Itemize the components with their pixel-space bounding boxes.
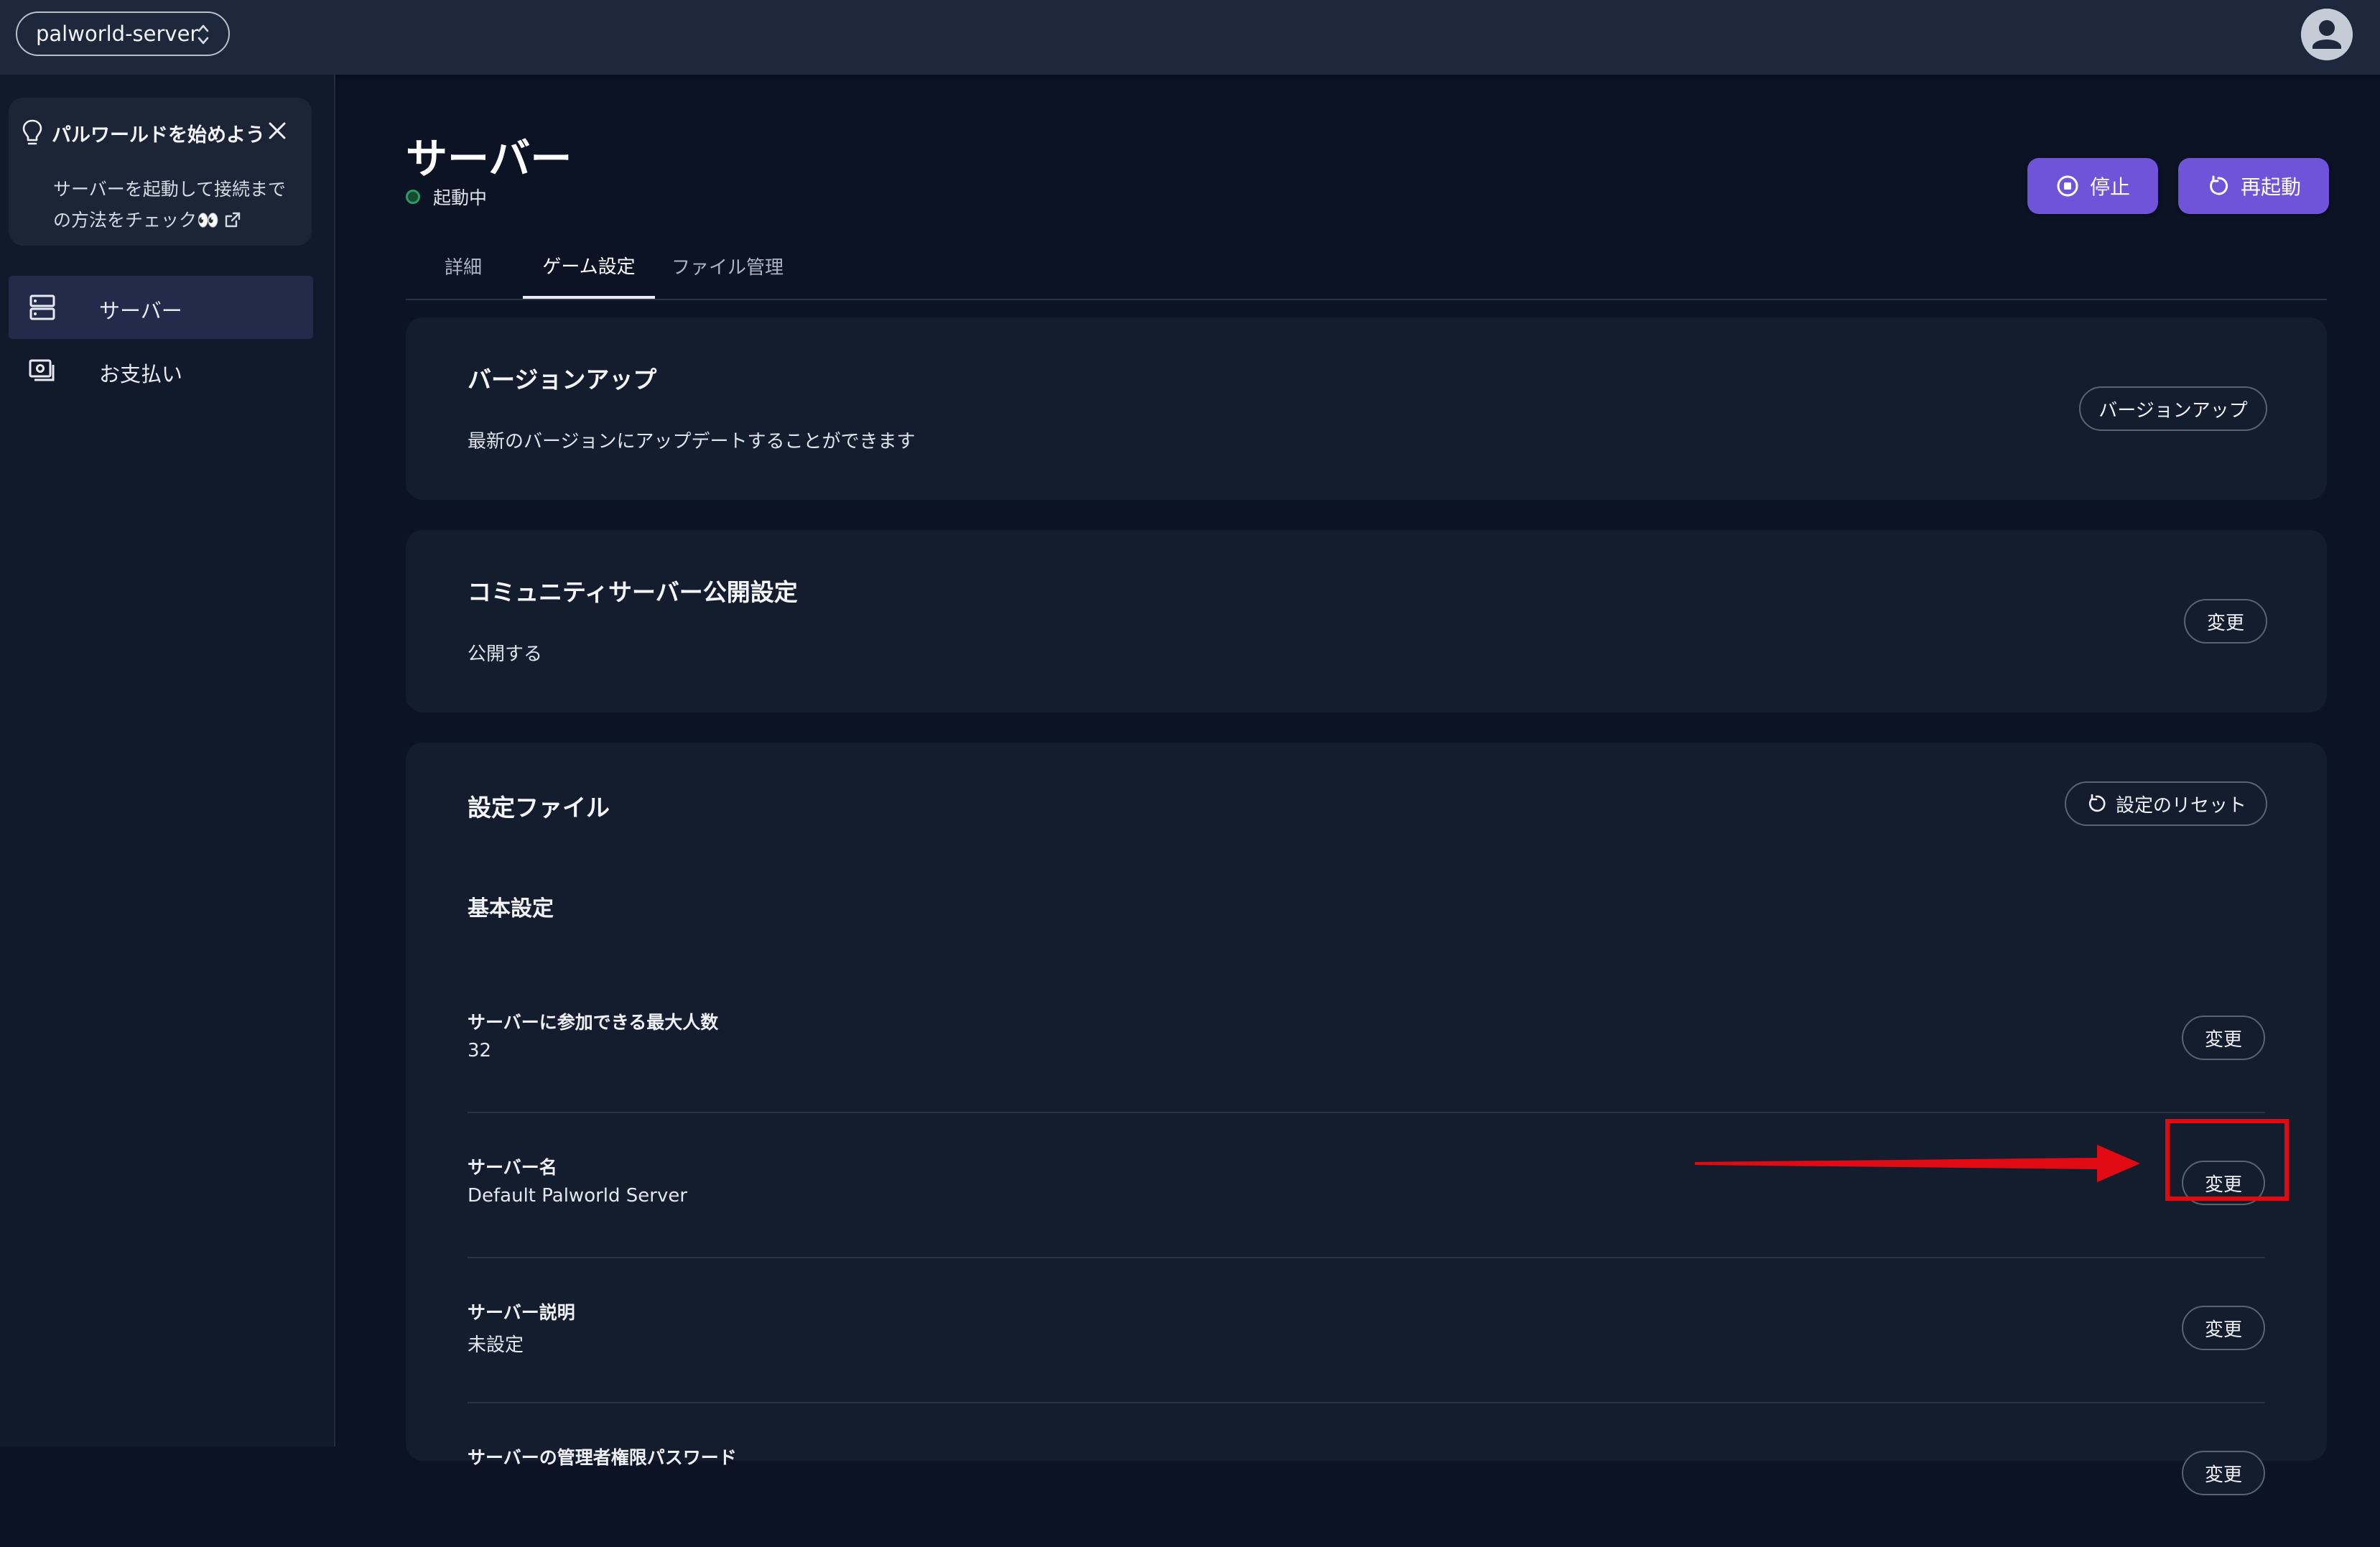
tip-title: パルワールドを始めよう xyxy=(52,124,265,147)
tab-file-management[interactable]: ファイル管理 xyxy=(657,234,798,297)
server-selector[interactable]: palworld-server xyxy=(16,11,230,56)
setting-label: サーバー説明 xyxy=(468,1302,575,1323)
sidebar: パルワールドを始めよう サーバーを起動して接続まで の方法をチェック👀 サーバー xyxy=(0,75,335,1446)
version-up-button[interactable]: バージョンアップ xyxy=(2079,386,2267,431)
setting-label: サーバーの管理者権限パスワード xyxy=(468,1447,737,1468)
reset-icon xyxy=(2088,794,2106,812)
reset-settings-button[interactable]: 設定のリセット xyxy=(2065,781,2267,826)
change-button[interactable]: 変更 xyxy=(2182,1451,2265,1495)
tip-body-line2: の方法をチェック👀 xyxy=(53,210,220,231)
annotation-arrow-icon xyxy=(1695,1145,2140,1182)
setting-value: Default Palworld Server xyxy=(468,1185,688,1207)
version-card-title: バージョンアップ xyxy=(468,366,657,394)
user-icon xyxy=(2301,9,2353,60)
change-button[interactable]: 変更 xyxy=(2182,1306,2265,1350)
config-card-title: 設定ファイル xyxy=(468,794,610,822)
tab-details[interactable]: 詳細 xyxy=(406,234,521,297)
setting-row-admin-password: サーバーの管理者権限パスワード 変更 xyxy=(468,1402,2265,1547)
status-indicator: 起動中 xyxy=(406,184,487,210)
sidebar-item-label: お支払い xyxy=(99,362,183,386)
community-server-card: コミュニティサーバー公開設定 公開する 変更 xyxy=(406,530,2327,712)
restart-icon xyxy=(2210,175,2228,195)
basic-settings-heading: 基本設定 xyxy=(468,896,554,921)
tip-link[interactable]: の方法をチェック👀 xyxy=(53,205,297,236)
stop-icon xyxy=(2057,175,2078,197)
tip-body-line1: サーバーを起動して接続まで xyxy=(53,179,287,200)
setting-label: サーバー名 xyxy=(468,1157,557,1178)
lightbulb-icon xyxy=(22,119,42,145)
status-dot-icon xyxy=(406,190,420,204)
community-card-title: コミュニティサーバー公開設定 xyxy=(468,578,798,606)
main-content: サーバー 起動中 停止 再起動 詳細 ゲーム設定 ファイル管理 バージョンアップ… xyxy=(334,75,2380,1495)
config-file-card: 設定ファイル 設定のリセット 基本設定 サーバーに参加できる最大人数 32 変更… xyxy=(406,743,2327,1495)
getting-started-tip: パルワールドを始めよう サーバーを起動して接続まで の方法をチェック👀 xyxy=(9,98,312,246)
community-change-button[interactable]: 変更 xyxy=(2184,599,2267,644)
page-title: サーバー xyxy=(406,134,572,183)
stop-button-label: 停止 xyxy=(2089,175,2130,199)
sidebar-item-label: サーバー xyxy=(99,299,182,323)
version-card: バージョンアップ 最新のバージョンにアップデートすることができます バージョンア… xyxy=(406,317,2327,500)
server-icon xyxy=(29,294,55,320)
restart-button-label: 再起動 xyxy=(2240,175,2301,199)
community-card-value: 公開する xyxy=(468,644,543,665)
tab-game-settings[interactable]: ゲーム設定 xyxy=(523,234,655,299)
payment-icon xyxy=(29,359,55,381)
setting-value: 未設定 xyxy=(468,1334,524,1356)
tip-body: サーバーを起動して接続まで の方法をチェック👀 xyxy=(53,174,297,236)
change-button[interactable]: 変更 xyxy=(2182,1016,2265,1060)
sidebar-item-server[interactable]: サーバー xyxy=(9,276,313,339)
external-link-icon xyxy=(225,212,241,228)
user-avatar[interactable] xyxy=(2301,9,2353,60)
status-text: 起動中 xyxy=(433,187,488,208)
chevron-up-down-icon xyxy=(197,24,209,45)
reset-settings-label: 設定のリセット xyxy=(2115,794,2246,817)
sidebar-item-payment[interactable]: お支払い xyxy=(9,339,313,402)
setting-value: 32 xyxy=(468,1040,492,1061)
restart-button[interactable]: 再起動 xyxy=(2178,158,2329,214)
close-icon[interactable] xyxy=(264,118,290,144)
stop-button[interactable]: 停止 xyxy=(2027,158,2158,214)
server-selector-label: palworld-server xyxy=(36,22,199,46)
tab-bar: 詳細 ゲーム設定 ファイル管理 xyxy=(406,234,2327,300)
top-bar: palworld-server xyxy=(0,0,2380,75)
setting-label: サーバーに参加できる最大人数 xyxy=(468,1012,719,1033)
setting-row-max-players: サーバーに参加できる最大人数 32 変更 xyxy=(468,967,2265,1113)
setting-row-server-description: サーバー説明 未設定 変更 xyxy=(468,1257,2265,1403)
annotation-highlight-box xyxy=(2165,1119,2289,1201)
version-card-description: 最新のバージョンにアップデートすることができます xyxy=(468,431,916,452)
